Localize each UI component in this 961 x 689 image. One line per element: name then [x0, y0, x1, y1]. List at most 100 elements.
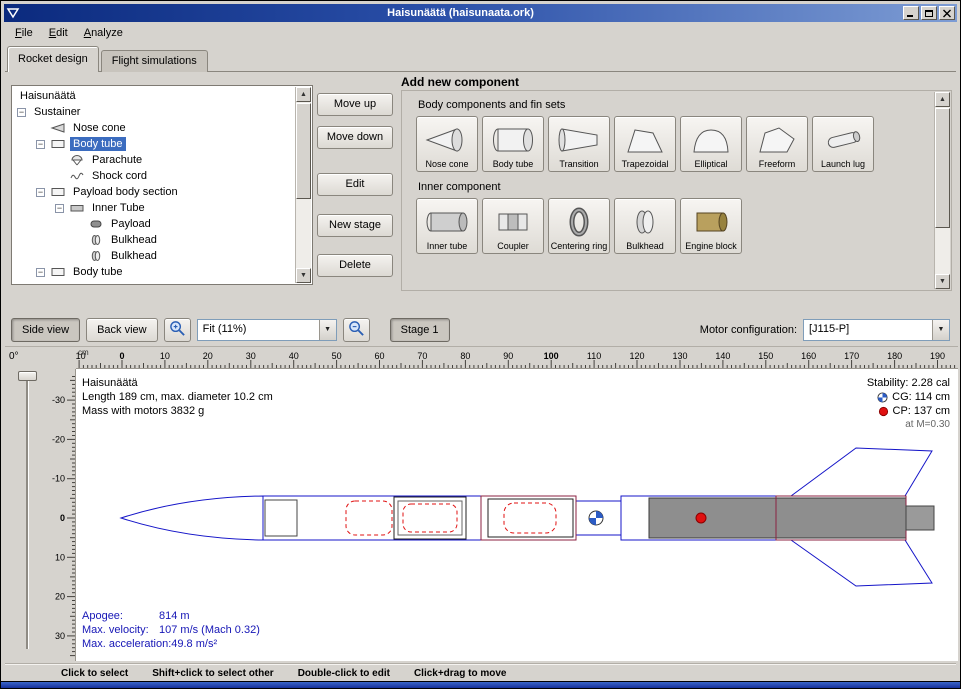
motor-configuration-combo[interactable]: [J115-P] ▼: [803, 319, 950, 341]
palette-button-label: Nose cone: [425, 160, 468, 170]
palette-bulkhead[interactable]: Bulkhead: [614, 198, 676, 254]
rocket-canvas[interactable]: HaisunäätäLength 189 cm, max. diameter 1…: [76, 369, 958, 661]
palette-transition[interactable]: Transition: [548, 116, 610, 172]
chevron-down-icon[interactable]: ▼: [932, 320, 949, 340]
svg-text:140: 140: [715, 351, 730, 361]
palette-body-tube[interactable]: Body tube: [482, 116, 544, 172]
nose-cone-outline[interactable]: [121, 496, 263, 540]
tree-item-tube-coupler[interactable]: Tube coupler: [13, 280, 295, 283]
tree-item-bulkhead[interactable]: Bulkhead: [13, 248, 295, 264]
scroll-down-icon[interactable]: ▼: [296, 268, 311, 283]
p-transition-icon: [550, 119, 608, 160]
scroll-up-icon[interactable]: ▲: [296, 87, 311, 102]
button-edit[interactable]: Edit: [317, 173, 393, 196]
button-new-stage[interactable]: New stage: [317, 214, 393, 237]
svg-text:-10: -10: [52, 474, 65, 484]
stage-1-toggle[interactable]: Stage 1: [390, 318, 450, 342]
minimize-button[interactable]: [903, 6, 919, 20]
palette-inner-tube[interactable]: Inner tube: [416, 198, 478, 254]
tree-item-nose-cone[interactable]: Nose cone: [13, 120, 295, 136]
svg-text:10: 10: [160, 351, 170, 361]
menu-bar: FileEditAnalyze: [4, 22, 957, 44]
button-delete[interactable]: Delete: [317, 254, 393, 277]
palette-scrollbar-thumb[interactable]: [935, 108, 950, 228]
app-icon: [6, 6, 20, 20]
svg-text:20: 20: [203, 351, 213, 361]
zoom-level-value: Fit (11%): [198, 320, 319, 340]
tube-coupler-outline[interactable]: [394, 497, 466, 539]
palette-coupler[interactable]: Coupler: [482, 198, 544, 254]
zoom-in-button[interactable]: [164, 318, 191, 342]
scroll-up-icon[interactable]: ▲: [935, 92, 950, 107]
palette-trapezoidal[interactable]: Trapezoidal: [614, 116, 676, 172]
tree-item-body-tube[interactable]: −Body tube: [13, 264, 295, 280]
inner-tube-outline[interactable]: [488, 499, 573, 537]
v-ruler-svg: -30-20-100102030: [5, 369, 76, 662]
innertube-icon: [69, 202, 85, 214]
ruler-corner: 0°: [5, 347, 76, 369]
menu-item-analyze[interactable]: Analyze: [77, 24, 130, 42]
motor-outline[interactable]: [649, 498, 906, 538]
status-hint: Double-click to edit: [298, 668, 390, 679]
fin-bottom-outline[interactable]: [791, 540, 932, 586]
svg-text:20: 20: [55, 592, 65, 602]
palette-launch-lug[interactable]: Launch lug: [812, 116, 874, 172]
status-bar: Click to selectShift+click to select oth…: [5, 663, 956, 682]
p-finfree-icon: [748, 119, 806, 160]
tree-scrollbar-thumb[interactable]: [296, 103, 311, 199]
svg-text:0: 0: [119, 351, 124, 361]
tree-item-bulkhead[interactable]: Bulkhead: [13, 232, 295, 248]
button-move-up[interactable]: Move up: [317, 93, 393, 116]
chevron-down-icon[interactable]: ▼: [319, 320, 336, 340]
tree-item-payload-body-section[interactable]: −Payload body section: [13, 184, 295, 200]
svg-text:100: 100: [544, 351, 559, 361]
tree-expander-icon[interactable]: −: [17, 108, 26, 117]
rocket-info: HaisunäätäLength 189 cm, max. diameter 1…: [82, 376, 273, 418]
zoom-out-button[interactable]: [343, 318, 370, 342]
zoom-level-combo[interactable]: Fit (11%) ▼: [197, 319, 337, 341]
tree-item-inner-tube[interactable]: −Inner Tube: [13, 200, 295, 216]
palette-button-label: Centering ring: [551, 242, 608, 252]
edit-button-column: Move up Move down Edit New stage Delete: [317, 1, 393, 301]
component-tree[interactable]: Haisunäätä−SustainerNose cone−Body tubeP…: [13, 87, 295, 283]
tree-item-shock-cord[interactable]: Shock cord: [13, 168, 295, 184]
back-view-button[interactable]: Back view: [86, 318, 158, 342]
menu-item-file[interactable]: File: [8, 24, 40, 42]
nosecone-icon: [50, 122, 66, 134]
svg-text:90: 90: [503, 351, 513, 361]
tree-expander-icon[interactable]: −: [55, 204, 64, 213]
tree-expander-icon[interactable]: −: [36, 140, 45, 149]
tab-rocket-design[interactable]: Rocket design: [7, 46, 99, 72]
tab-flight-simulations[interactable]: Flight simulations: [101, 50, 208, 72]
tree-item-body-tube[interactable]: −Body tube: [13, 136, 295, 152]
tree-item-label: Payload: [108, 217, 154, 231]
tree-item-parachute[interactable]: Parachute: [13, 152, 295, 168]
svg-text:-20: -20: [52, 434, 65, 444]
menu-item-edit[interactable]: Edit: [42, 24, 75, 42]
tree-item-haisun-t[interactable]: Haisunäätä: [13, 88, 295, 104]
palette-nose-cone[interactable]: Nose cone: [416, 116, 478, 172]
palette-freeform[interactable]: Freeform: [746, 116, 808, 172]
tree-item-payload[interactable]: Payload: [13, 216, 295, 232]
tree-item-sustainer[interactable]: −Sustainer: [13, 104, 295, 120]
tree-item-label: Bulkhead: [108, 233, 160, 247]
tree-expander-icon[interactable]: −: [36, 188, 45, 197]
rotation-slider-handle[interactable]: [18, 371, 37, 381]
maximize-button[interactable]: [921, 6, 937, 20]
cp-marker: [696, 513, 706, 523]
fin-top-outline[interactable]: [791, 448, 932, 496]
palette-elliptical[interactable]: Elliptical: [680, 116, 742, 172]
tree-expander-icon[interactable]: −: [36, 268, 45, 277]
button-move-down[interactable]: Move down: [317, 126, 393, 149]
p-centering-icon: [550, 201, 608, 242]
tree-scrollbar[interactable]: ▲ ▼: [295, 87, 311, 283]
zoom-out-icon: [348, 320, 365, 340]
cg-readout: CG: 114 cm: [867, 390, 950, 404]
palette-centering-ring[interactable]: Centering ring: [548, 198, 610, 254]
palette-scrollbar[interactable]: ▲ ▼: [934, 92, 950, 289]
close-button[interactable]: [939, 6, 955, 20]
scroll-down-icon[interactable]: ▼: [935, 274, 950, 289]
palette-groups: Body components and fin setsNose coneBod…: [402, 91, 934, 290]
side-view-button[interactable]: Side view: [11, 318, 80, 342]
palette-engine-block[interactable]: Engine block: [680, 198, 742, 254]
